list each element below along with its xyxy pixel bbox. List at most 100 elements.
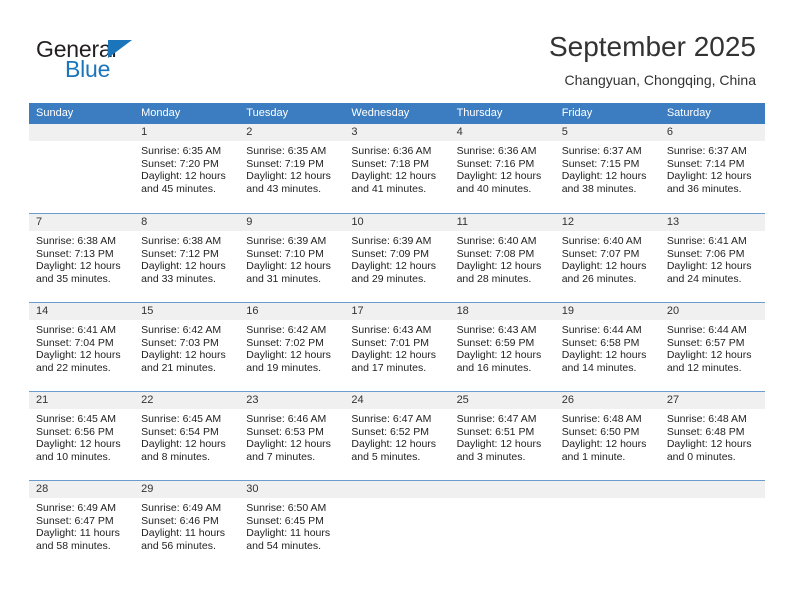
day-detail-line: and 35 minutes. xyxy=(36,272,111,285)
day-number: 27 xyxy=(666,394,680,406)
calendar-day-cell[interactable]: 20 Sunrise: 6:44 AM Sunset: 6:57 PM Dayligh… xyxy=(660,303,765,391)
day-detail-line: Sunset: 6:47 PM xyxy=(36,514,114,527)
calendar-week-row: 28 Sunrise: 6:49 AM Sunset: 6:47 PM Dayligh… xyxy=(29,480,765,569)
calendar-day-cell[interactable]: 4 Sunrise: 6:36 AM Sunset: 7:16 PM Daylight… xyxy=(450,124,555,213)
day-details: Sunrise: 6:40 AM Sunset: 7:08 PM Daylight:… xyxy=(450,231,555,285)
calendar-day-cell-empty xyxy=(555,481,660,569)
day-details: Sunrise: 6:45 AM Sunset: 6:56 PM Daylight:… xyxy=(29,409,134,463)
day-detail-line: Daylight: 12 hours xyxy=(36,260,121,272)
calendar-day-cell[interactable]: 14 Sunrise: 6:41 AM Sunset: 7:04 PM Dayligh… xyxy=(29,303,134,391)
day-detail-line: and 19 minutes. xyxy=(246,361,321,374)
calendar-day-cell[interactable]: 26 Sunrise: 6:48 AM Sunset: 6:50 PM Dayligh… xyxy=(555,392,660,480)
calendar-day-cell[interactable]: 15 Sunrise: 6:42 AM Sunset: 7:03 PM Dayligh… xyxy=(134,303,239,391)
day-detail-line: Sunrise: 6:49 AM xyxy=(36,502,116,514)
day-details: Sunrise: 6:37 AM Sunset: 7:15 PM Daylight:… xyxy=(555,141,660,195)
calendar-day-cell[interactable]: 8 Sunrise: 6:38 AM Sunset: 7:12 PM Daylight… xyxy=(134,214,239,302)
calendar-day-cell[interactable]: 30 Sunrise: 6:50 AM Sunset: 6:45 PM Dayligh… xyxy=(239,481,344,569)
calendar-day-cell[interactable]: 17 Sunrise: 6:43 AM Sunset: 7:01 PM Dayligh… xyxy=(344,303,449,391)
calendar-day-cell[interactable]: 10 Sunrise: 6:39 AM Sunset: 7:09 PM Dayligh… xyxy=(344,214,449,302)
day-detail-line: Sunrise: 6:35 AM xyxy=(246,145,327,157)
day-detail-line: Daylight: 12 hours xyxy=(561,260,647,272)
day-detail-line: Sunrise: 6:40 AM xyxy=(561,235,642,247)
day-detail-line: Daylight: 12 hours xyxy=(666,438,752,450)
calendar-day-cell[interactable]: 21 Sunrise: 6:45 AM Sunset: 6:56 PM Dayligh… xyxy=(29,392,134,480)
calendar-day-cell[interactable]: 5 Sunrise: 6:37 AM Sunset: 7:15 PM Daylight… xyxy=(555,124,660,213)
calendar-day-cell[interactable]: 2 Sunrise: 6:35 AM Sunset: 7:19 PM Daylight… xyxy=(239,124,344,213)
day-details xyxy=(660,498,765,502)
calendar-day-cell[interactable]: 9 Sunrise: 6:39 AM Sunset: 7:10 PM Daylight… xyxy=(239,214,344,302)
day-number: 17 xyxy=(351,305,364,317)
day-detail-line: and 31 minutes. xyxy=(246,272,321,285)
day-details: Sunrise: 6:48 AM Sunset: 6:50 PM Daylight:… xyxy=(555,409,660,463)
day-detail-line: and 3 minutes. xyxy=(456,450,526,463)
day-detail-line: Sunset: 7:12 PM xyxy=(141,247,219,260)
day-details: Sunrise: 6:41 AM Sunset: 7:06 PM Daylight:… xyxy=(660,231,765,285)
day-detail-line: Daylight: 12 hours xyxy=(456,260,542,272)
day-details xyxy=(29,141,134,145)
title-block: September 2025 Changyuan, Chongqing, Chi… xyxy=(549,30,756,90)
day-detail-line: Sunset: 6:58 PM xyxy=(561,336,640,349)
calendar-day-cell[interactable]: 7 Sunrise: 6:38 AM Sunset: 7:13 PM Daylight… xyxy=(29,214,134,302)
day-detail-line: Sunset: 7:15 PM xyxy=(561,157,640,170)
calendar-day-cell[interactable]: 11 Sunrise: 6:40 AM Sunset: 7:08 PM Dayligh… xyxy=(450,214,555,302)
day-detail-line: Sunrise: 6:38 AM xyxy=(36,235,116,247)
day-detail-line: Sunset: 6:57 PM xyxy=(666,336,745,349)
day-number: 10 xyxy=(351,216,364,228)
day-details: Sunrise: 6:36 AM Sunset: 7:16 PM Daylight:… xyxy=(450,141,555,195)
day-detail-line: and 36 minutes. xyxy=(666,182,742,195)
day-details: Sunrise: 6:44 AM Sunset: 6:57 PM Daylight:… xyxy=(660,320,765,374)
day-detail-line: Sunset: 7:08 PM xyxy=(456,247,535,260)
day-number: 2 xyxy=(246,126,253,138)
calendar-day-cell[interactable]: 19 Sunrise: 6:44 AM Sunset: 6:58 PM Dayligh… xyxy=(555,303,660,391)
day-detail-line: Sunrise: 6:44 AM xyxy=(666,324,747,336)
calendar-day-cell[interactable]: 27 Sunrise: 6:48 AM Sunset: 6:48 PM Dayligh… xyxy=(660,392,765,480)
day-detail-line: and 38 minutes. xyxy=(561,182,637,195)
calendar-day-cell[interactable]: 18 Sunrise: 6:43 AM Sunset: 6:59 PM Dayligh… xyxy=(450,303,555,391)
calendar-day-cell[interactable]: 12 Sunrise: 6:40 AM Sunset: 7:07 PM Dayligh… xyxy=(555,214,660,302)
day-detail-line: Sunrise: 6:39 AM xyxy=(246,235,327,247)
day-number: 13 xyxy=(666,216,680,228)
calendar-day-cell[interactable]: 6 Sunrise: 6:37 AM Sunset: 7:14 PM Daylight… xyxy=(660,124,765,213)
day-details: Sunrise: 6:37 AM Sunset: 7:14 PM Daylight:… xyxy=(660,141,765,195)
calendar-day-cell[interactable]: 24 Sunrise: 6:47 AM Sunset: 6:52 PM Dayligh… xyxy=(344,392,449,480)
general-blue-logo[interactable]: General Blue xyxy=(36,36,176,84)
day-details: Sunrise: 6:45 AM Sunset: 6:54 PM Daylight:… xyxy=(134,409,239,463)
calendar-week-row: 14 Sunrise: 6:41 AM Sunset: 7:04 PM Dayligh… xyxy=(29,302,765,391)
day-detail-line: Daylight: 12 hours xyxy=(561,170,647,182)
day-detail-line: Daylight: 12 hours xyxy=(666,349,752,361)
calendar-day-cell[interactable]: 22 Sunrise: 6:45 AM Sunset: 6:54 PM Dayligh… xyxy=(134,392,239,480)
day-detail-line: Sunset: 6:52 PM xyxy=(351,425,430,438)
day-detail-line: Daylight: 11 hours xyxy=(141,527,225,539)
calendar-day-cell-empty xyxy=(450,481,555,569)
calendar-day-cell[interactable]: 3 Sunrise: 6:36 AM Sunset: 7:18 PM Daylight… xyxy=(344,124,449,213)
calendar-week-row: 21 Sunrise: 6:45 AM Sunset: 6:56 PM Dayligh… xyxy=(29,391,765,480)
day-detail-line: Sunset: 7:04 PM xyxy=(36,336,114,349)
calendar-day-cell[interactable]: 29 Sunrise: 6:49 AM Sunset: 6:46 PM Dayligh… xyxy=(134,481,239,569)
calendar-day-cell[interactable]: 25 Sunrise: 6:47 AM Sunset: 6:51 PM Dayligh… xyxy=(450,392,555,480)
day-detail-line: Daylight: 12 hours xyxy=(246,170,331,182)
day-detail-line: and 33 minutes. xyxy=(141,272,216,285)
calendar-day-cell[interactable]: 1 Sunrise: 6:35 AM Sunset: 7:20 PM Daylight… xyxy=(134,124,239,213)
day-details: Sunrise: 6:38 AM Sunset: 7:12 PM Daylight:… xyxy=(134,231,239,285)
day-detail-line: Daylight: 12 hours xyxy=(666,170,752,182)
calendar-day-cell[interactable]: 23 Sunrise: 6:46 AM Sunset: 6:53 PM Dayligh… xyxy=(239,392,344,480)
calendar-day-cell[interactable]: 28 Sunrise: 6:49 AM Sunset: 6:47 PM Dayligh… xyxy=(29,481,134,569)
day-detail-line: Daylight: 12 hours xyxy=(141,349,226,361)
day-detail-line: Daylight: 12 hours xyxy=(456,349,542,361)
day-detail-line: Sunrise: 6:48 AM xyxy=(666,413,747,425)
day-number: 21 xyxy=(36,394,49,406)
day-detail-line: Sunset: 7:01 PM xyxy=(351,336,430,349)
day-details: Sunrise: 6:49 AM Sunset: 6:47 PM Daylight:… xyxy=(29,498,134,552)
day-details: Sunrise: 6:47 AM Sunset: 6:52 PM Daylight:… xyxy=(344,409,449,463)
day-detail-line: Sunset: 6:45 PM xyxy=(246,514,324,527)
day-details: Sunrise: 6:43 AM Sunset: 6:59 PM Daylight:… xyxy=(450,320,555,374)
calendar-day-cell-empty xyxy=(660,481,765,569)
day-number: 25 xyxy=(456,394,469,406)
day-details: Sunrise: 6:46 AM Sunset: 6:53 PM Daylight:… xyxy=(239,409,344,463)
calendar-day-cell[interactable]: 16 Sunrise: 6:42 AM Sunset: 7:02 PM Dayligh… xyxy=(239,303,344,391)
day-detail-line: and 29 minutes. xyxy=(351,272,427,285)
day-detail-line: Sunrise: 6:37 AM xyxy=(561,145,642,157)
day-number: 28 xyxy=(36,483,49,495)
calendar-day-cell[interactable]: 13 Sunrise: 6:41 AM Sunset: 7:06 PM Dayligh… xyxy=(660,214,765,302)
day-detail-line: Daylight: 12 hours xyxy=(141,170,226,182)
